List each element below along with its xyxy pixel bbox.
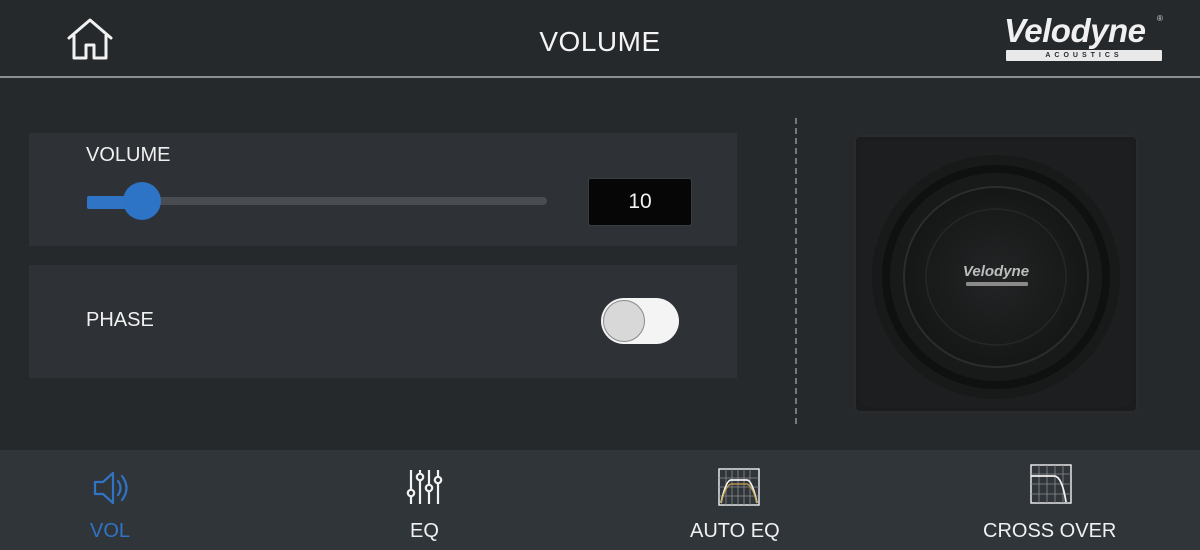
volume-label: VOLUME [86,144,171,166]
speaker-logo-bar [966,282,1028,286]
phase-label: PHASE [86,309,154,331]
bottom-nav: VOL EQ AUTO EQ CROSS OVER [0,450,1200,550]
nav-label-auto-eq: AUTO EQ [690,520,780,542]
nav-item-cross-over[interactable]: CROSS OVER [980,450,1116,550]
brand-subtitle: ACOUSTICS [1006,50,1162,61]
phase-toggle-knob [603,300,645,342]
header-bar: VOLUME Velodyne ® ACOUSTICS [0,0,1200,78]
volume-slider[interactable] [87,182,547,220]
subwoofer-image: Velodyne [854,135,1138,413]
volume-panel: VOLUME 10 [29,133,737,246]
nav-label-vol: VOL [90,520,131,542]
speaker-icon [93,471,128,505]
equalizer-sliders-icon [406,470,443,504]
phase-toggle[interactable] [601,298,679,344]
volume-value-display[interactable]: 10 [588,178,692,226]
volume-slider-thumb[interactable] [123,182,161,220]
nav-item-auto-eq[interactable]: AUTO EQ [680,450,790,550]
nav-item-vol[interactable]: VOL [60,450,160,550]
nav-label-cross-over: CROSS OVER [983,520,1117,542]
section-divider [795,118,797,424]
crossover-graph-icon [1030,464,1072,504]
phase-panel: PHASE [29,265,737,378]
nav-label-eq: EQ [410,520,439,542]
brand-logo: Velodyne ® ACOUSTICS [1000,10,1168,66]
auto-eq-graph-icon [718,468,760,506]
speaker-logo-text: Velodyne [962,263,1030,280]
nav-item-eq[interactable]: EQ [380,450,470,550]
brand-registered-mark: ® [1157,14,1163,23]
brand-name: Velodyne [1004,12,1146,49]
